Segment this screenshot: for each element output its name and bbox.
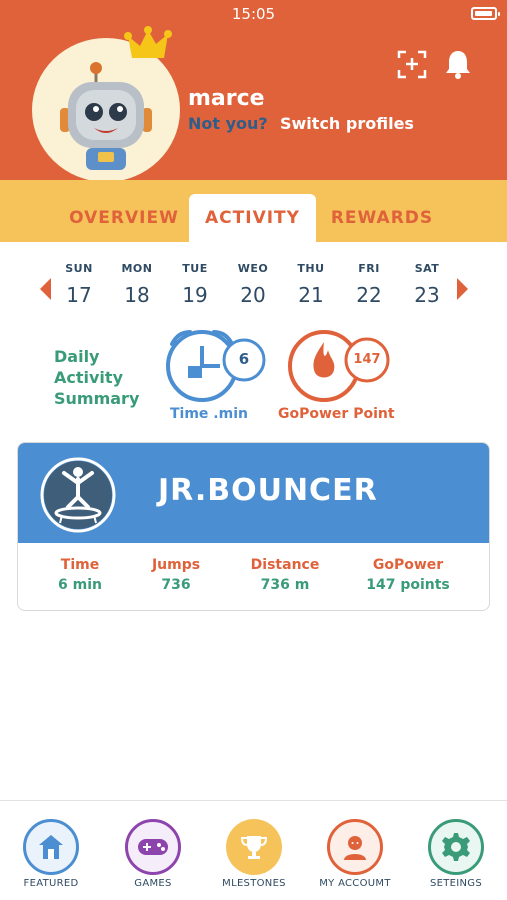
trampoline-icon — [40, 457, 116, 533]
nav-featured[interactable]: FEATURED — [6, 819, 96, 889]
activity-card[interactable]: JR.BOUNCER Time 6 min Jumps 736 Distance 73… — [17, 442, 490, 611]
tab-overview[interactable]: OVERVIEW — [60, 194, 188, 242]
bell-icon[interactable] — [444, 48, 472, 80]
nav-milestones[interactable]: MLESTONES — [209, 819, 299, 889]
person-icon — [327, 819, 383, 875]
activity-card-header: JR.BOUNCER — [18, 443, 489, 543]
day-thu[interactable]: THU 21 — [286, 262, 336, 307]
battery-icon — [471, 7, 500, 20]
gopower-metric: 147 GoPower Point — [278, 326, 396, 422]
tab-rewards[interactable]: REWARDS — [318, 194, 446, 242]
gopower-value: 147 — [353, 352, 381, 367]
profile-header: 15:05 marce Not you? Switch profiles — [0, 0, 507, 182]
next-week-arrow-icon[interactable] — [457, 278, 468, 300]
time-value: 6 — [238, 350, 250, 368]
nav-settings[interactable]: SETEINGS — [411, 819, 501, 889]
gamepad-icon — [125, 819, 181, 875]
bottom-nav: FEATURED GAMES MLESTONES MY ACCOUMT SETE… — [0, 800, 507, 900]
nav-my-account[interactable]: MY ACCOUMT — [310, 819, 400, 889]
switch-profiles-link[interactable]: Switch profiles — [280, 114, 414, 133]
time-metric: 6 Time .min — [164, 326, 266, 422]
daily-summary-label: Daily Activity Summary — [54, 347, 140, 408]
nav-games[interactable]: GAMES — [108, 819, 198, 889]
activity-title: JR.BOUNCER — [158, 473, 378, 508]
not-you-text: Not you? — [188, 114, 268, 133]
gear-icon — [428, 819, 484, 875]
tab-bar: OVERVIEW ACTIVITY REWARDS — [0, 180, 507, 242]
day-sat[interactable]: SAT 23 — [402, 262, 452, 307]
trophy-icon — [226, 819, 282, 875]
house-icon — [23, 819, 79, 875]
day-wed[interactable]: WEO 20 — [228, 262, 278, 307]
tab-activity[interactable]: ACTIVITY — [189, 194, 316, 242]
stat-distance: Distance 736 m — [250, 557, 320, 593]
status-time: 15:05 — [231, 5, 276, 23]
day-mon[interactable]: MON 18 — [112, 262, 162, 307]
profile-name: marce — [188, 86, 265, 111]
stat-time: Time 6 min — [58, 557, 102, 593]
day-tue[interactable]: TUE 19 — [170, 262, 220, 307]
add-photo-icon[interactable] — [396, 48, 428, 80]
day-sun[interactable]: SUN 17 — [54, 262, 104, 307]
day-fri[interactable]: FRI 22 — [344, 262, 394, 307]
stat-gopower: GoPower 147 points — [366, 557, 450, 593]
time-label: Time .min — [170, 406, 248, 422]
crown-icon — [124, 26, 172, 58]
gopower-label: GoPower Point — [278, 406, 395, 422]
week-selector: SUN 17 MON 18 TUE 19 WEO 20 THU 21 FRI 22 SAT 2… — [0, 262, 507, 322]
stat-jumps: Jumps 736 — [151, 557, 201, 593]
